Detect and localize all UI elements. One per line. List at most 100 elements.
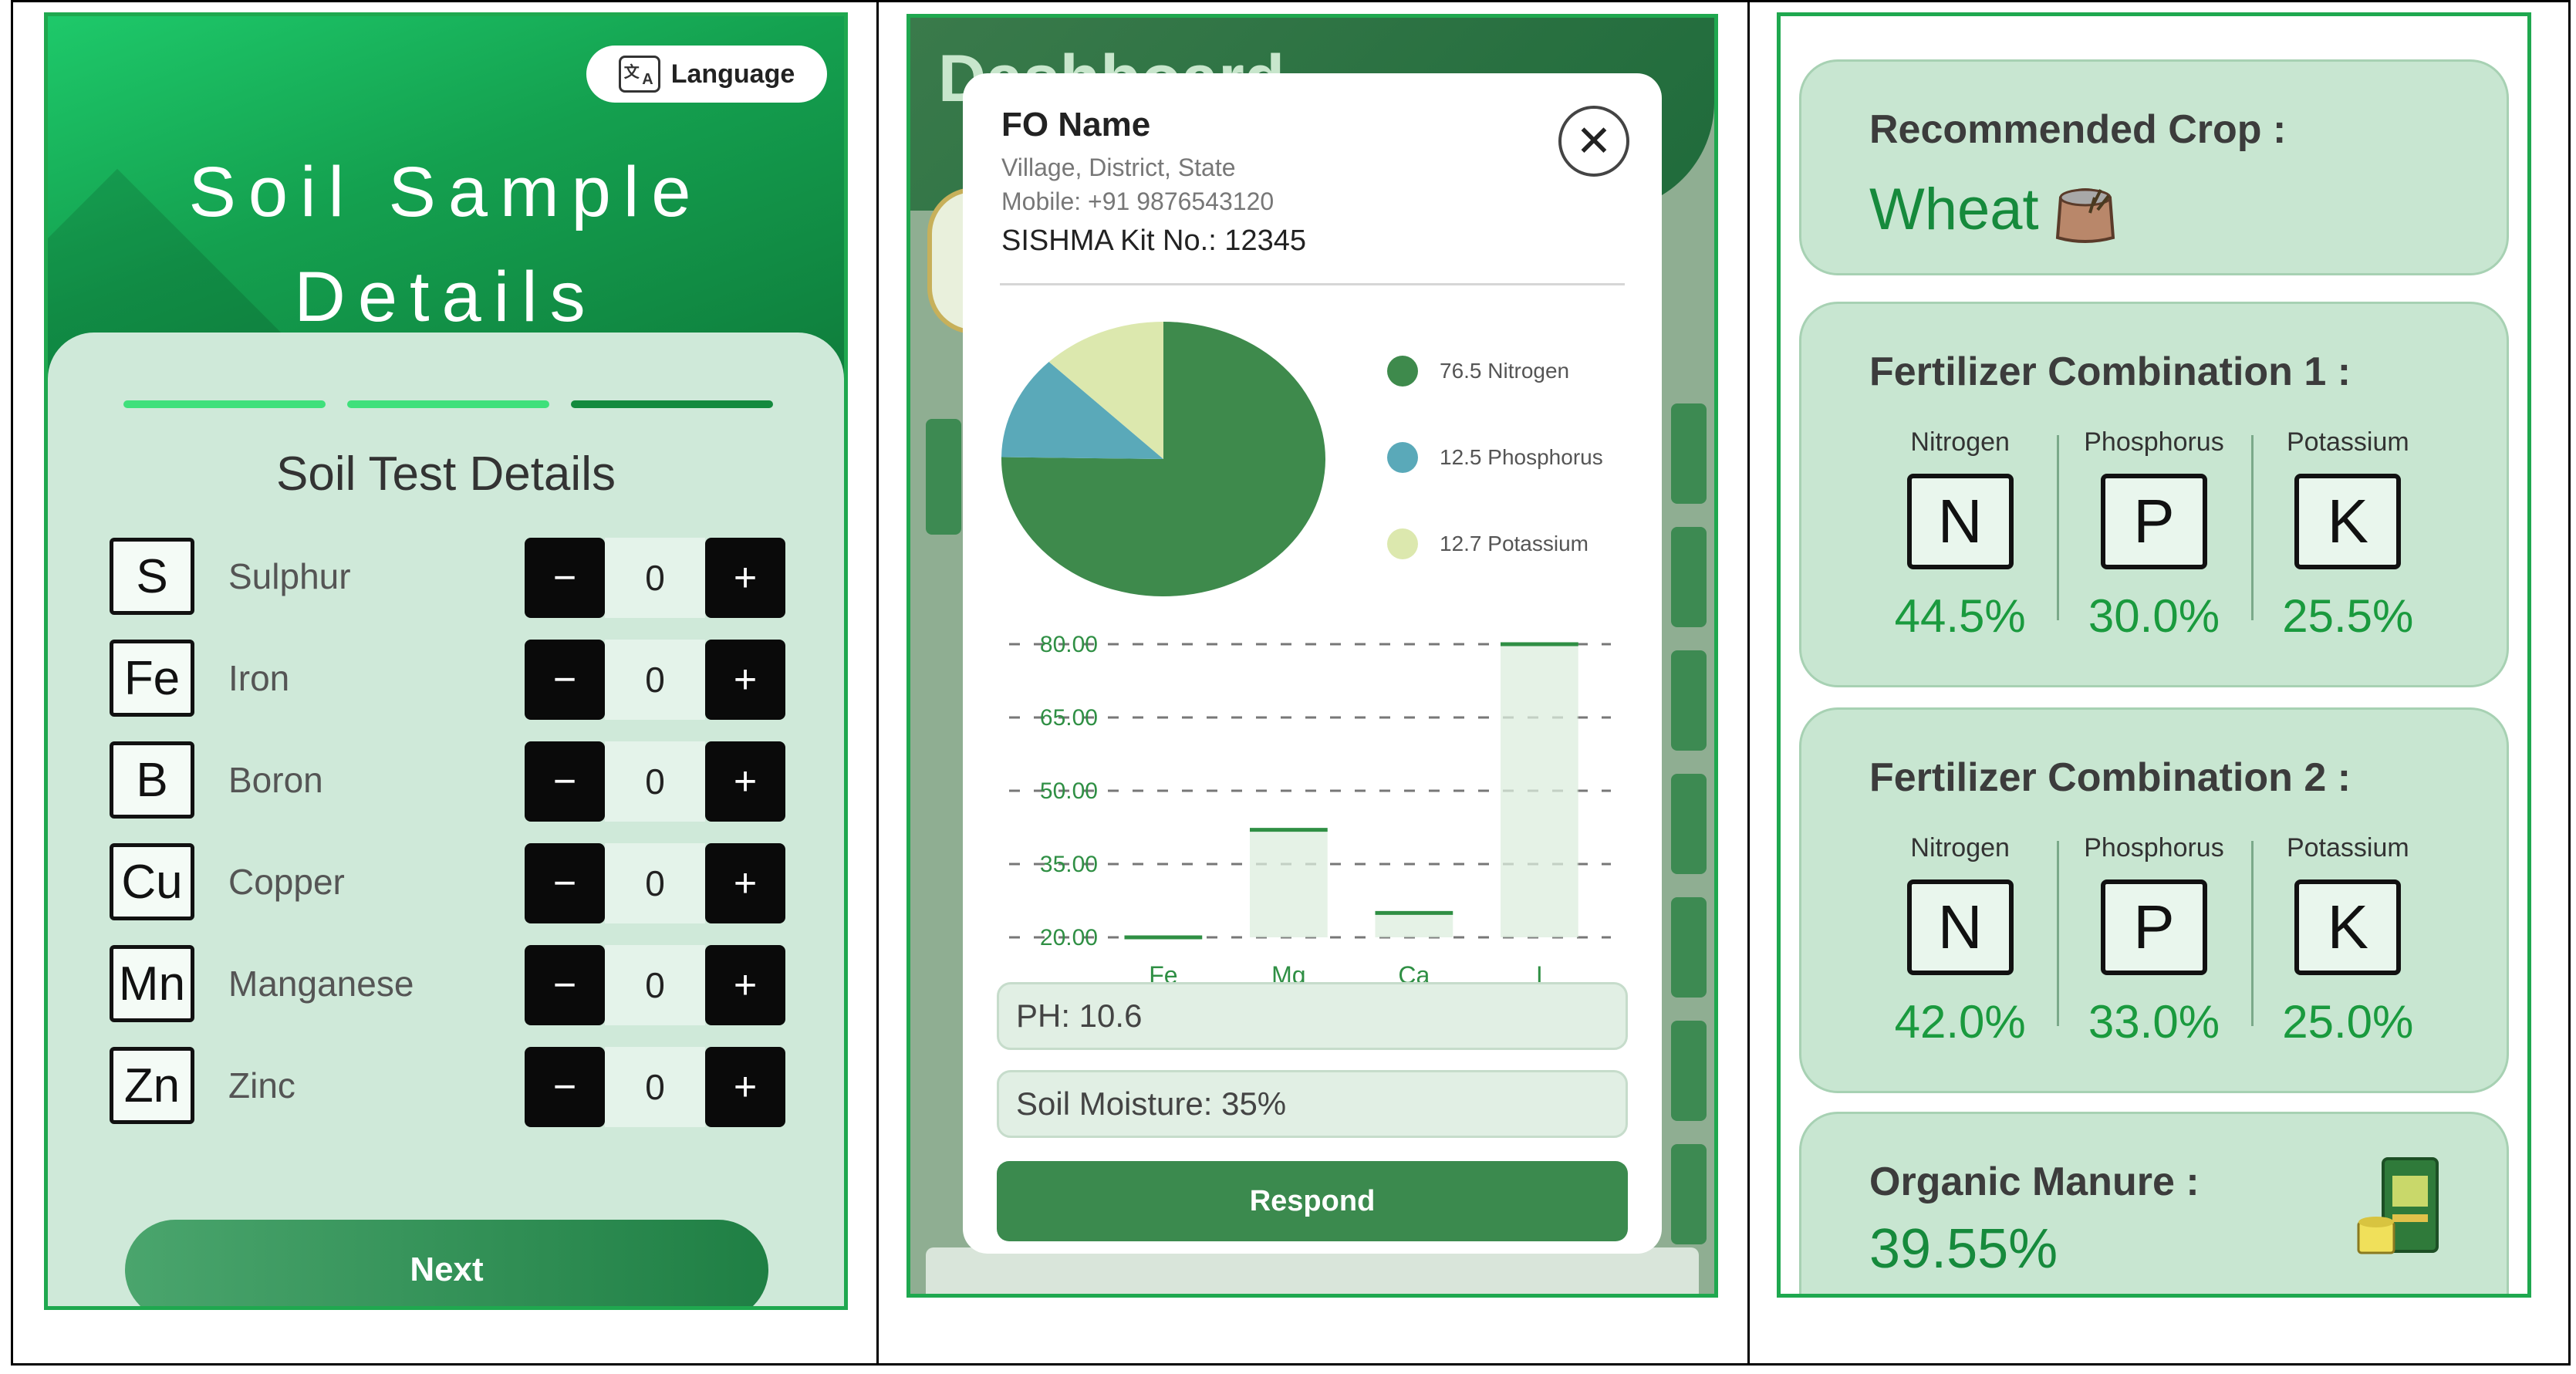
npk-symbol: K <box>2294 474 2402 569</box>
kit-number: SISHMA Kit No.: 12345 <box>1001 224 1306 257</box>
background-button <box>1671 403 1707 504</box>
organic-manure-card: Organic Manure : 39.55% <box>1799 1112 2509 1294</box>
quantity-value[interactable]: 0 <box>605 1047 705 1127</box>
element-row-manganese: Mn Manganese − 0 + <box>110 933 785 1035</box>
quantity-stepper: − 0 + <box>525 945 785 1025</box>
decrement-button[interactable]: − <box>525 1047 605 1127</box>
npk-symbol: P <box>2100 474 2207 569</box>
increment-button[interactable]: + <box>705 843 785 923</box>
decrement-button[interactable]: − <box>525 945 605 1025</box>
quantity-value[interactable]: 0 <box>605 538 705 618</box>
crop-name: Wheat <box>1869 176 2039 242</box>
legend-swatch <box>1387 442 1418 473</box>
element-name: Boron <box>228 760 323 800</box>
element-row-copper: Cu Copper − 0 + <box>110 831 785 933</box>
translate-icon <box>618 56 660 93</box>
form-body: Soil Test Details S Sulphur − 0 + Fe Iro… <box>48 333 844 1306</box>
manure-bag-icon <box>2357 1157 2439 1254</box>
respond-button[interactable]: Respond <box>997 1161 1628 1241</box>
background-tab <box>926 419 961 535</box>
element-name: Copper <box>228 862 345 902</box>
quantity-stepper: − 0 + <box>525 1047 785 1127</box>
fo-details-dialog-screen: Dashboard FO Name Village, District, Sta… <box>906 14 1718 1298</box>
fertilizer-combination-card-1: Fertilizer Combination 1 : Nitrogen N 44… <box>1799 302 2509 687</box>
element-row-zinc: Zn Zinc − 0 + <box>110 1035 785 1136</box>
npk-percent: 42.0% <box>1894 996 2026 1048</box>
npk-label: Nitrogen <box>1910 833 2010 863</box>
npk-values: Nitrogen N 44.5% Phosphorus P 30.0% Pota… <box>1863 427 2445 643</box>
page-title: Soil Sample Details <box>188 153 704 336</box>
header-banner: Language Soil Sample Details <box>48 16 844 497</box>
y-tick-label: 35.00 <box>1040 852 1098 877</box>
element-symbol: Zn <box>110 1047 194 1124</box>
language-button[interactable]: Language <box>586 46 827 103</box>
y-tick-label: 80.00 <box>1040 632 1098 657</box>
npk-label: Phosphorus <box>2084 833 2224 863</box>
element-symbol: S <box>110 538 194 615</box>
legend-label: 12.7 Potassium <box>1440 532 1588 555</box>
element-list: S Sulphur − 0 + Fe Iron − 0 + B Boron − … <box>110 525 785 1136</box>
organic-manure-value: 39.55% <box>1869 1218 2058 1280</box>
bar-mg <box>1250 829 1328 937</box>
quantity-value[interactable]: 0 <box>605 843 705 923</box>
section-title: Soil Test Details <box>276 447 616 501</box>
npk-percent: 25.0% <box>2282 996 2414 1048</box>
npk-symbol: P <box>2100 879 2207 975</box>
npk-item-potassium: Potassium K 25.5% <box>2250 427 2445 643</box>
progress-step-2 <box>347 400 549 408</box>
quantity-value[interactable]: 0 <box>605 640 705 720</box>
increment-button[interactable]: + <box>705 1047 785 1127</box>
increment-button[interactable]: + <box>705 945 785 1025</box>
background-button <box>1671 1021 1707 1121</box>
soil-moisture-field[interactable]: Soil Moisture: 35% <box>997 1070 1628 1138</box>
close-icon: ✕ <box>1575 116 1612 165</box>
legend-swatch <box>1387 356 1418 387</box>
decrement-button[interactable]: − <box>525 843 605 923</box>
legend-swatch <box>1387 528 1418 559</box>
decrement-button[interactable]: − <box>525 741 605 822</box>
fo-details-dialog: FO Name Village, District, State Mobile:… <box>963 73 1662 1254</box>
npk-item-nitrogen: Nitrogen N 44.5% <box>1863 427 2057 643</box>
increment-button[interactable]: + <box>705 741 785 822</box>
npk-label: Phosphorus <box>2084 427 2224 457</box>
close-button[interactable]: ✕ <box>1558 106 1629 177</box>
element-symbol: Mn <box>110 945 194 1022</box>
y-tick-label: 20.00 <box>1040 925 1098 950</box>
element-name: Iron <box>228 658 290 698</box>
next-button[interactable]: Next <box>125 1220 768 1306</box>
decrement-button[interactable]: − <box>525 538 605 618</box>
element-symbol: Cu <box>110 843 194 920</box>
legend-item-phosphorus: 12.5 Phosphorus <box>1387 414 1603 501</box>
y-tick-label: 50.00 <box>1040 778 1098 804</box>
step-progress <box>123 400 773 408</box>
background-button <box>1671 527 1707 627</box>
npk-symbol: N <box>1906 879 2014 975</box>
y-tick-label: 65.00 <box>1040 705 1098 731</box>
npk-item-nitrogen: Nitrogen N 42.0% <box>1863 833 2057 1049</box>
background-button <box>1671 1144 1707 1244</box>
progress-step-3 <box>571 400 773 408</box>
legend-item-potassium: 12.7 Potassium <box>1387 501 1603 587</box>
divider <box>1000 283 1625 285</box>
fo-location: Village, District, State <box>1001 154 1236 181</box>
increment-button[interactable]: + <box>705 640 785 720</box>
npk-percent: 25.5% <box>2282 590 2414 642</box>
element-name: Zinc <box>228 1065 295 1106</box>
recommended-crop-card: Recommended Crop : Wheat <box>1799 59 2509 275</box>
recommendation-screen: Recommended Crop : Wheat Fertilizer Comb… <box>1777 12 2531 1298</box>
npk-label: Potassium <box>2286 833 2409 863</box>
legend-label: 76.5 Nitrogen <box>1440 359 1570 383</box>
card-title: Organic Manure : <box>1869 1160 2200 1204</box>
ph-field[interactable]: PH: 10.6 <box>997 982 1628 1050</box>
soil-sample-details-screen: Language Soil Sample Details Soil Test D… <box>44 12 848 1310</box>
quantity-value[interactable]: 0 <box>605 945 705 1025</box>
quantity-value[interactable]: 0 <box>605 741 705 822</box>
decrement-button[interactable]: − <box>525 640 605 720</box>
element-row-boron: B Boron − 0 + <box>110 729 785 831</box>
grain-sack-icon <box>2055 188 2115 243</box>
element-row-sulphur: S Sulphur − 0 + <box>110 525 785 627</box>
increment-button[interactable]: + <box>705 538 785 618</box>
element-symbol: B <box>110 741 194 819</box>
card-title: Fertilizer Combination 2 : <box>1869 755 2351 800</box>
npk-percent: 30.0% <box>2088 590 2220 642</box>
